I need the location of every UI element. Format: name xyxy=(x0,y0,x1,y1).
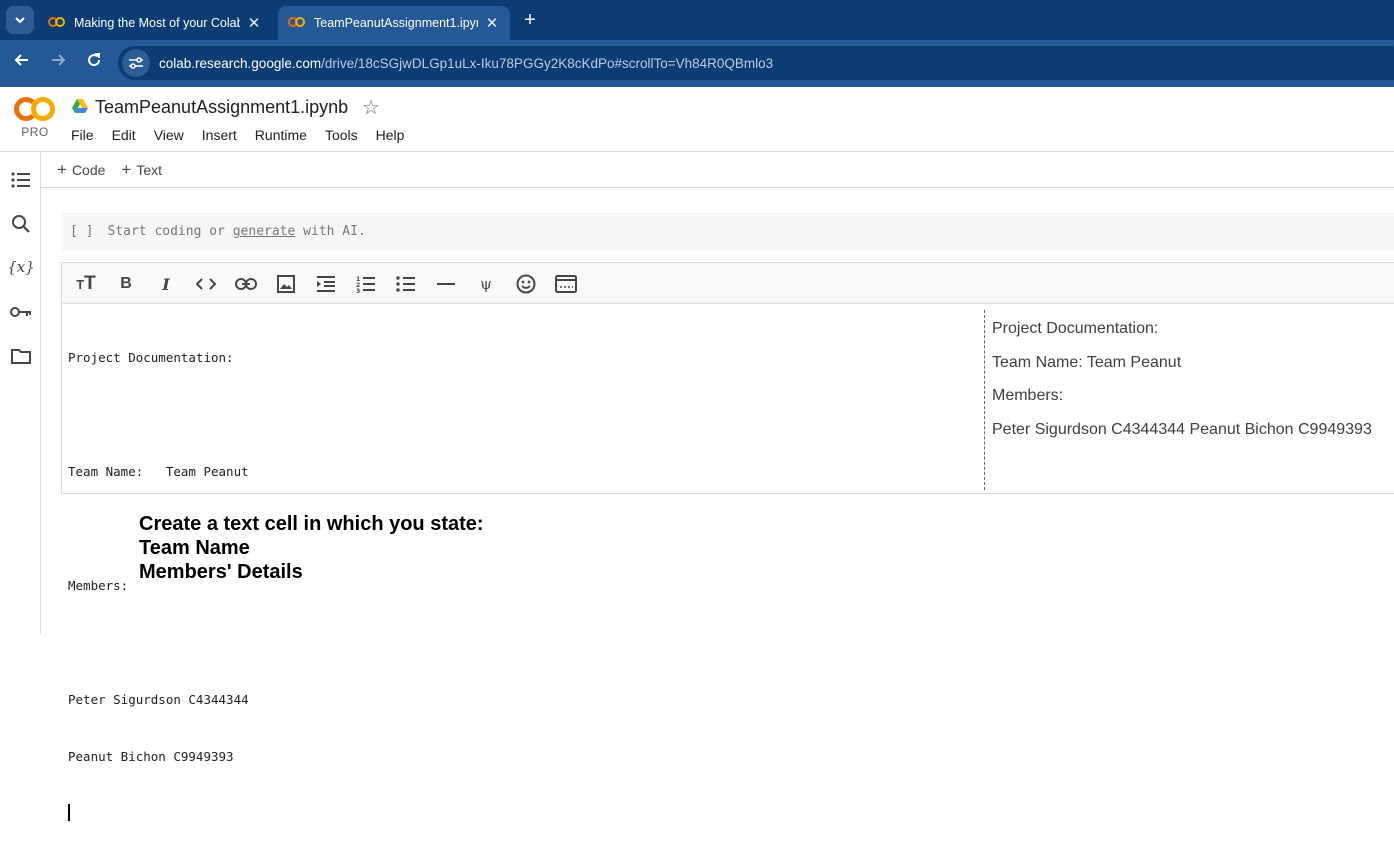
tab-search-button[interactable] xyxy=(6,6,34,34)
generate-link[interactable]: generate xyxy=(233,224,296,239)
table-of-contents-icon[interactable] xyxy=(8,167,34,193)
folder-icon[interactable] xyxy=(8,343,34,369)
editor-line: Peanut Bichon C9949393 xyxy=(68,749,234,764)
plus-icon: + xyxy=(121,159,132,179)
browser-tab-notebook[interactable]: TeamPeanutAssignment1.ipynb ✕ xyxy=(278,6,510,40)
placeholder-end: with AI. xyxy=(295,224,366,239)
colab-header: PRO TeamPeanutAssignment1.ipynb ☆ File E… xyxy=(0,87,1394,152)
run-cell-button[interactable]: [ ] xyxy=(70,224,93,239)
colab-logo[interactable]: PRO xyxy=(14,97,56,141)
menu-tools[interactable]: Tools xyxy=(316,127,367,143)
close-icon[interactable]: ✕ xyxy=(246,14,262,32)
notebook-toolbar: + Code + Text xyxy=(41,152,1394,188)
code-placeholder[interactable]: Start coding or generate with AI. xyxy=(107,224,365,239)
add-text-button[interactable]: + Text xyxy=(121,160,162,180)
menu-help[interactable]: Help xyxy=(367,127,414,143)
site-settings-icon[interactable] xyxy=(122,49,150,77)
colab-favicon-icon xyxy=(48,17,66,29)
search-icon[interactable] xyxy=(8,211,34,237)
address-bar[interactable]: colab.research.google.com/drive/18cSGjwD… xyxy=(118,46,1394,80)
numbered-list-icon[interactable]: 123 xyxy=(354,272,378,296)
new-tab-plus-icon[interactable]: + xyxy=(518,8,542,32)
browser-toolbar: colab.research.google.com/drive/18cSGjwD… xyxy=(0,40,1394,87)
assignment-instructions: Create a text cell in which you state: T… xyxy=(139,512,484,584)
variables-icon[interactable]: {𝑥} xyxy=(7,254,35,280)
bulleted-list-icon[interactable] xyxy=(394,272,418,296)
colab-logo-icon xyxy=(14,97,56,121)
svg-text:3: 3 xyxy=(356,288,360,293)
bold-icon[interactable]: B xyxy=(114,272,138,296)
editor-preview-divider xyxy=(984,310,985,490)
link-icon[interactable] xyxy=(234,272,258,296)
markdown-preview: Project Documentation: Team Name: Team P… xyxy=(992,319,1392,453)
url-host: colab.research.google.com xyxy=(159,55,322,71)
reload-icon[interactable] xyxy=(82,51,106,75)
left-sidebar: {𝑥} xyxy=(0,152,41,634)
menu-bar: File Edit View Insert Runtime Tools Help xyxy=(62,127,413,143)
add-code-label: Code xyxy=(71,161,106,178)
text-caret xyxy=(68,804,70,821)
image-icon[interactable] xyxy=(274,272,298,296)
editor-line: Project Documentation: xyxy=(68,350,234,365)
text-cell[interactable]: TT B I 123 ψ Project Documentation: Team… xyxy=(61,262,1394,821)
close-icon[interactable]: ✕ xyxy=(484,14,500,32)
preview-paragraph: Team Name: Team Peanut xyxy=(992,353,1182,371)
url-path: /drive/18cSGjwDLGp1uLx-Iku78PGGy2K8cKdPo… xyxy=(321,55,774,71)
latex-psi-icon[interactable]: ψ xyxy=(474,272,498,296)
code-icon[interactable] xyxy=(194,272,218,296)
preview-paragraph: Project Documentation: xyxy=(992,320,1159,337)
tab-title: TeamPeanutAssignment1.ipynb xyxy=(314,16,478,30)
editor-cursor-line xyxy=(68,804,968,823)
colab-favicon-icon xyxy=(288,17,306,29)
horizontal-rule-icon[interactable] xyxy=(434,272,458,296)
back-arrow-icon[interactable] xyxy=(10,51,34,75)
google-drive-icon xyxy=(72,99,88,113)
instruction-line: Team Name xyxy=(139,537,250,559)
editor-line: Peter Sigurdson C4344344 xyxy=(68,692,249,707)
indent-icon[interactable] xyxy=(314,272,338,296)
markdown-editor[interactable]: Project Documentation: Team Name: Team P… xyxy=(68,310,968,861)
menu-file[interactable]: File xyxy=(62,127,103,143)
code-cell[interactable]: [ ] Start coding or generate with AI. xyxy=(62,212,1394,251)
menu-runtime[interactable]: Runtime xyxy=(246,127,316,143)
italic-icon[interactable]: I xyxy=(154,272,178,296)
forward-arrow-icon[interactable] xyxy=(46,51,70,75)
instruction-line: Members' Details xyxy=(139,561,303,583)
menu-edit[interactable]: Edit xyxy=(103,127,145,143)
pro-badge: PRO xyxy=(21,125,49,139)
menu-view[interactable]: View xyxy=(145,127,193,143)
key-icon[interactable] xyxy=(8,299,34,325)
browser-tab-strip: Making the Most of your Colab ✕ TeamPean… xyxy=(0,0,1394,40)
editor-line: Team Name: Team Peanut xyxy=(68,464,249,479)
heading-icon[interactable]: TT xyxy=(74,272,98,296)
preview-paragraph: Peter Sigurdson C4344344 Peanut Bichon C… xyxy=(992,420,1372,438)
notebook-title[interactable]: TeamPeanutAssignment1.ipynb xyxy=(95,97,348,118)
add-text-label: Text xyxy=(136,161,163,178)
emoji-icon[interactable] xyxy=(514,272,538,296)
star-icon[interactable]: ☆ xyxy=(362,95,380,120)
tab-title: Making the Most of your Colab xyxy=(74,16,240,30)
plus-icon: + xyxy=(57,159,67,179)
placeholder-start: Start coding or xyxy=(107,224,233,239)
menu-insert[interactable]: Insert xyxy=(193,127,246,143)
text-formatting-toolbar: TT B I 123 ψ xyxy=(62,263,1394,304)
preview-paragraph: Members: xyxy=(992,387,1064,404)
instruction-line: Create a text cell in which you state: xyxy=(139,513,484,535)
browser-tab-colab-intro[interactable]: Making the Most of your Colab ✕ xyxy=(38,6,272,40)
add-code-button[interactable]: + Code xyxy=(57,160,105,180)
preview-layout-icon[interactable] xyxy=(554,272,578,296)
chevron-down-icon xyxy=(15,17,25,24)
url-text: colab.research.google.com/drive/18cSGjwD… xyxy=(159,56,773,71)
